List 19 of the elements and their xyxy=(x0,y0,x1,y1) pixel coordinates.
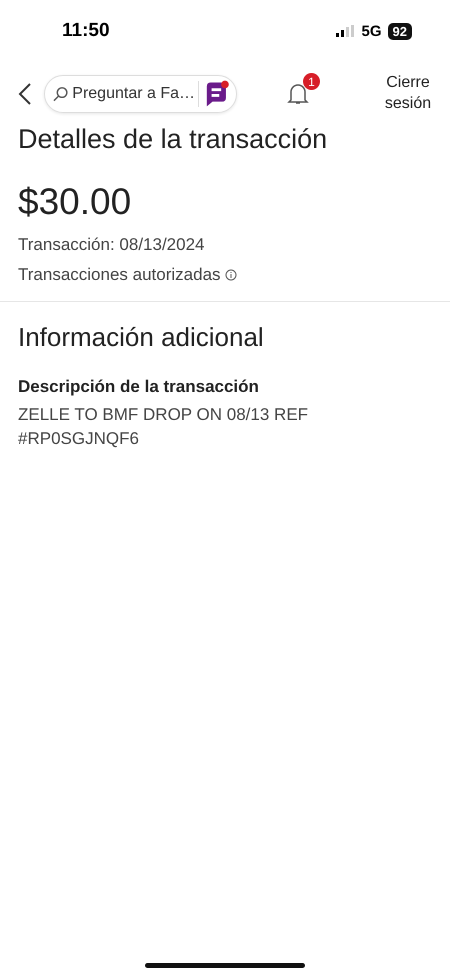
bell-icon xyxy=(287,82,309,106)
description-text: ZELLE TO BMF DROP ON 08/13 REF #RP0SGJNQF6 xyxy=(18,404,310,450)
description-label: Descripción de la transacción xyxy=(18,377,260,397)
notification-count: 1 xyxy=(303,73,320,90)
notifications-button[interactable]: 1 xyxy=(277,73,320,106)
network-label: 5G xyxy=(362,22,382,40)
page-title: Detalles de la transacción xyxy=(18,124,328,155)
status-time: 11:50 xyxy=(62,20,110,42)
search-bar[interactable]: Preguntar a Fa… xyxy=(44,75,237,113)
logout-button[interactable]: Cierre sesión xyxy=(378,73,438,115)
transaction-status: Transacciones autorizadas xyxy=(18,265,221,285)
search-field[interactable]: Preguntar a Fa… xyxy=(72,85,194,103)
transaction-date: Transacción: 08/13/2024 xyxy=(18,235,206,255)
search-icon xyxy=(53,86,68,102)
battery-level: 92 xyxy=(388,22,412,40)
transaction-amount: $30.00 xyxy=(18,181,132,223)
section-title: Información adicional xyxy=(18,322,265,353)
signal-icon xyxy=(336,25,356,37)
info-icon[interactable] xyxy=(224,269,237,281)
